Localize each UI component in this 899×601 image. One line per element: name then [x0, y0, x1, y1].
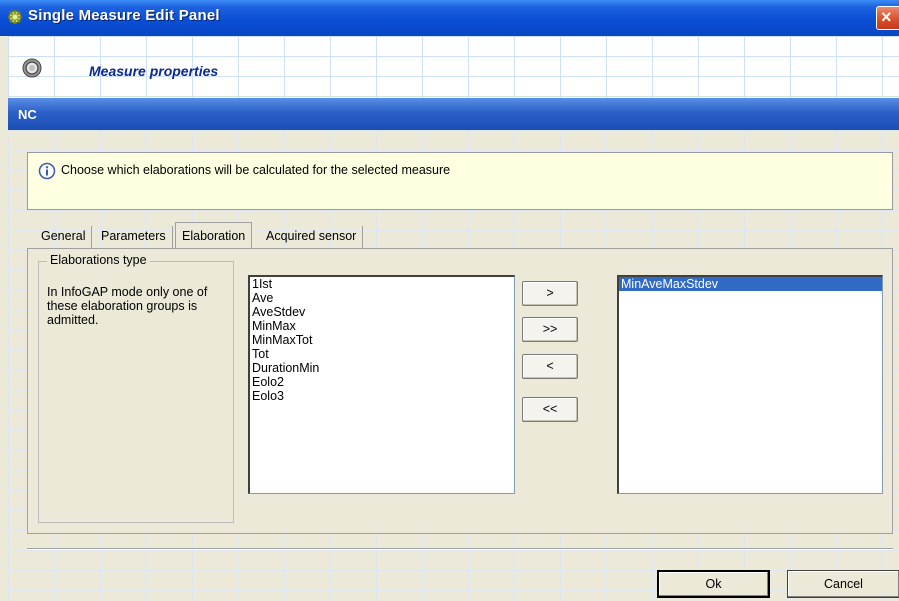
list-item[interactable]: AveStdev [250, 305, 514, 319]
tab-elaboration[interactable]: Elaboration [175, 222, 253, 249]
tab-parameters[interactable]: Parameters [95, 226, 173, 248]
close-icon: × [881, 7, 892, 27]
tab-acquired-sensor[interactable]: Acquired sensor [260, 226, 364, 248]
list-item[interactable]: Eolo2 [250, 375, 514, 389]
list-item[interactable]: Tot [250, 347, 514, 361]
close-button[interactable]: × [876, 6, 899, 30]
measure-name: NC [18, 107, 37, 122]
info-icon [38, 162, 56, 180]
header-panel: Measure properties [8, 36, 899, 98]
dialog-window: Single Measure Edit Panel × Measure prop… [0, 0, 899, 601]
list-item[interactable]: MinAveMaxStdev [619, 277, 882, 291]
group-title: Elaborations type [47, 253, 150, 267]
info-text: Choose which elaborations will be calcul… [61, 163, 451, 177]
available-elaborations-list[interactable]: 1Ist Ave AveStdev MinMax MinMaxTot Tot D… [248, 275, 515, 494]
group-description: In InfoGAP mode only one of these elabor… [47, 285, 208, 327]
list-item[interactable]: 1Ist [250, 277, 514, 291]
list-item[interactable]: Ave [250, 291, 514, 305]
gear-icon [21, 57, 43, 79]
remove-all-button[interactable]: << [522, 397, 578, 422]
list-item[interactable]: MinMaxTot [250, 333, 514, 347]
tab-general[interactable]: General [35, 226, 93, 248]
title-bar[interactable]: Single Measure Edit Panel × [0, 0, 899, 36]
footer-separator [27, 548, 893, 550]
list-item[interactable]: MinMax [250, 319, 514, 333]
content-area: Choose which elaborations will be calcul… [8, 130, 899, 601]
ok-button[interactable]: Ok [657, 570, 770, 598]
add-all-button[interactable]: >> [522, 317, 578, 342]
measure-banner: NC [8, 98, 899, 130]
elaboration-panel: Elaborations type In InfoGAP mode only o… [27, 248, 893, 534]
elaborations-type-group: Elaborations type In InfoGAP mode only o… [38, 253, 234, 523]
remove-button[interactable]: < [522, 354, 578, 379]
list-item[interactable]: DurationMin [250, 361, 514, 375]
app-icon [6, 8, 24, 26]
selected-elaborations-list[interactable]: MinAveMaxStdev [617, 275, 883, 494]
cancel-button[interactable]: Cancel [787, 570, 899, 598]
header-title: Measure properties [89, 63, 219, 79]
list-item[interactable]: Eolo3 [250, 389, 514, 403]
window-title: Single Measure Edit Panel [28, 7, 220, 24]
info-box: Choose which elaborations will be calcul… [27, 152, 893, 210]
add-button[interactable]: > [522, 281, 578, 306]
